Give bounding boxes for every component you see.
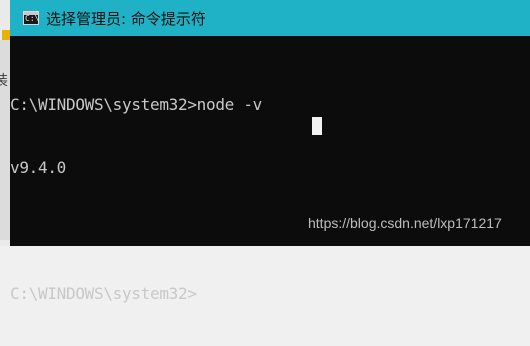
watermark-url: https://blog.csdn.net/lxp171217	[308, 215, 502, 231]
command-prompt-window[interactable]: C:\ 选择管理员: 命令提示符 C:\WINDOWS\system32>nod…	[10, 0, 530, 303]
console-line-output: v9.4.0	[10, 158, 66, 177]
cmd-icon[interactable]: C:\	[23, 11, 39, 25]
mouse-text-cursor	[312, 117, 322, 135]
console-output[interactable]: C:\WINDOWS\system32>node -v v9.4.0 C:\WI…	[10, 52, 520, 303]
window-title: 选择管理员: 命令提示符	[46, 9, 206, 28]
background-text: 装	[0, 73, 8, 89]
prompt-text: C:\WINDOWS\system32>	[10, 284, 197, 303]
cmd-icon-text: C:\	[25, 14, 40, 23]
text-cursor	[198, 300, 208, 303]
console-line-prompt[interactable]: C:\WINDOWS\system32>	[10, 283, 520, 304]
console-line-command: C:\WINDOWS\system32>node -v	[10, 95, 262, 114]
title-bar[interactable]: C:\ 选择管理员: 命令提示符	[10, 0, 530, 36]
